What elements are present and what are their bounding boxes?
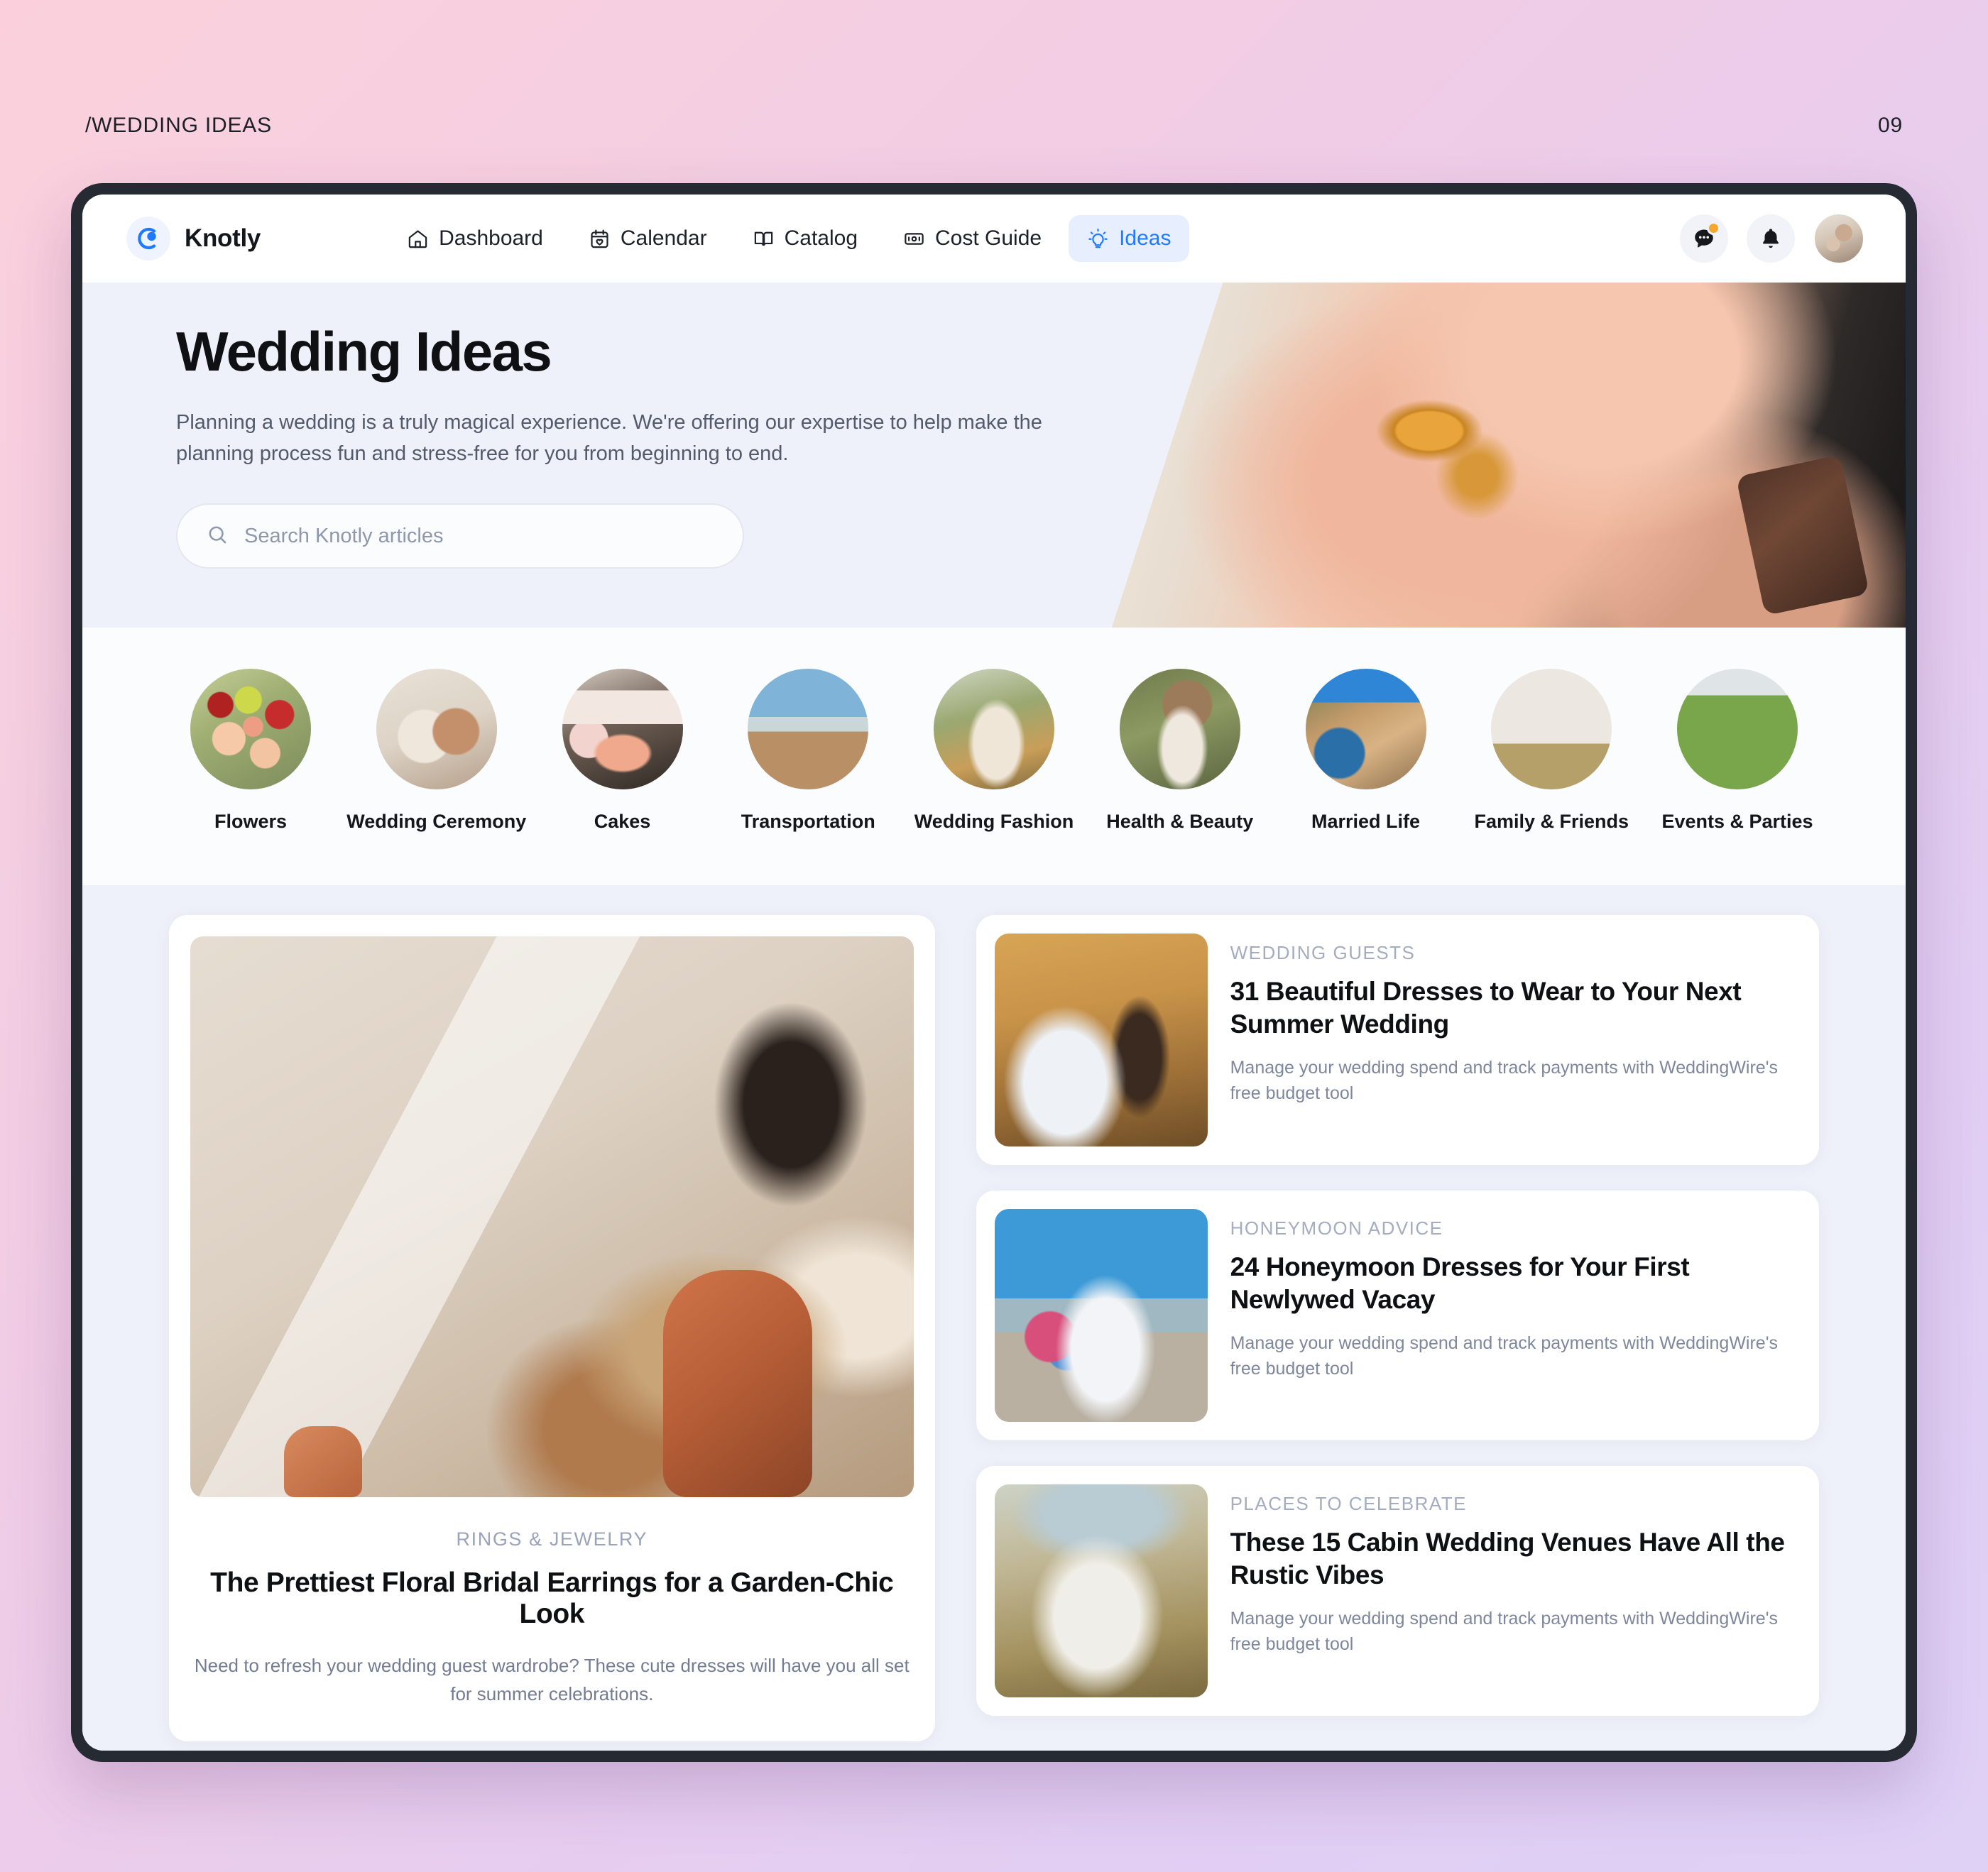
category-item-health-beauty[interactable]: Health & Beauty	[1098, 669, 1262, 833]
category-label: Wedding Fashion	[914, 811, 1074, 832]
category-thumbnail	[190, 669, 311, 789]
article-category: WEDDING GUESTS	[1230, 942, 1416, 963]
nav-item-label: Dashboard	[439, 226, 543, 250]
category-label: Family & Friends	[1474, 811, 1629, 832]
calendar-heart-icon	[589, 228, 611, 250]
slide-header: /WEDDING IDEAS 09	[0, 0, 1988, 185]
home-icon	[407, 228, 429, 250]
app-screen: Knotly Dashboard Calendar Catalog Cost G…	[82, 195, 1906, 1751]
nav-item-label: Cost Guide	[935, 226, 1042, 250]
page-title: Wedding Ideas	[176, 320, 552, 383]
nav-actions	[1680, 213, 1864, 264]
article-thumbnail	[994, 934, 1208, 1146]
open-book-icon	[753, 228, 775, 250]
article-category: HONEYMOON ADVICE	[1230, 1217, 1443, 1239]
messages-button[interactable]	[1680, 214, 1728, 263]
article-body: WEDDING GUESTS 31 Beautiful Dresses to W…	[1230, 934, 1801, 1106]
article-description: Manage your wedding spend and track paym…	[1230, 1332, 1778, 1379]
unread-badge	[1707, 221, 1720, 235]
article-description: Manage your wedding spend and track paym…	[1230, 1057, 1778, 1103]
article-category: PLACES TO CELEBRATE	[1230, 1493, 1467, 1514]
featured-article-image	[190, 936, 914, 1497]
article-card-wedding-guests[interactable]: WEDDING GUESTS 31 Beautiful Dresses to W…	[976, 915, 1819, 1165]
featured-article-description: Need to refresh your wedding guest wardr…	[194, 1655, 910, 1705]
article-description: Manage your wedding spend and track paym…	[1230, 1608, 1778, 1654]
category-label: Flowers	[214, 811, 288, 832]
article-title: 31 Beautiful Dresses to Wear to Your Nex…	[1230, 977, 1742, 1039]
search-input[interactable]	[244, 524, 714, 548]
nav-item-calendar[interactable]: Calendar	[570, 215, 726, 262]
category-item-cakes[interactable]: Cakes	[541, 669, 704, 833]
lightbulb-icon	[1087, 228, 1109, 250]
article-body: HONEYMOON ADVICE 24 Honeymoon Dresses fo…	[1230, 1209, 1801, 1381]
article-card-places-to-celebrate[interactable]: PLACES TO CELEBRATE These 15 Cabin Weddi…	[976, 1466, 1819, 1716]
category-thumbnail	[376, 669, 497, 789]
category-thumbnail	[1491, 669, 1612, 789]
hero-copy: Wedding Ideas Planning a wedding is a tr…	[176, 324, 1120, 569]
category-label: Events & Parties	[1661, 811, 1813, 832]
article-body: PLACES TO CELEBRATE These 15 Cabin Weddi…	[1230, 1484, 1801, 1657]
nav-item-dashboard[interactable]: Dashboard	[388, 215, 562, 262]
category-label: Married Life	[1311, 811, 1421, 832]
category-thumbnail	[562, 669, 683, 789]
article-card-honeymoon-advice[interactable]: HONEYMOON ADVICE 24 Honeymoon Dresses fo…	[976, 1190, 1819, 1440]
device-frame: Knotly Dashboard Calendar Catalog Cost G…	[71, 183, 1917, 1762]
category-item-flowers[interactable]: Flowers	[169, 669, 332, 833]
featured-article-title: The Prettiest Floral Bridal Earrings for…	[210, 1567, 894, 1629]
slide-breadcrumb: /WEDDING IDEAS	[85, 114, 272, 137]
nav-item-label: Calendar	[620, 226, 707, 250]
main-nav: Dashboard Calendar Catalog Cost Guide Id…	[388, 215, 1190, 262]
category-label: Cakes	[594, 811, 651, 832]
featured-article-category: RINGS & JEWELRY	[456, 1528, 648, 1550]
banknote-icon	[903, 228, 925, 250]
article-title: 24 Honeymoon Dresses for Your First Newl…	[1230, 1252, 1690, 1314]
article-list: WEDDING GUESTS 31 Beautiful Dresses to W…	[976, 915, 1819, 1716]
category-thumbnail	[1305, 669, 1426, 789]
category-item-wedding-fashion[interactable]: Wedding Fashion	[912, 669, 1076, 833]
nav-item-label: Ideas	[1119, 226, 1172, 250]
category-label: Health & Beauty	[1106, 811, 1254, 832]
category-thumbnail	[1677, 669, 1798, 789]
hero-section: Wedding Ideas Planning a wedding is a tr…	[82, 283, 1906, 628]
category-item-family-friends[interactable]: Family & Friends	[1470, 669, 1633, 833]
article-thumbnail	[994, 1209, 1208, 1422]
knotly-logo-icon	[126, 217, 170, 261]
category-label: Transportation	[741, 811, 875, 832]
nav-item-catalog[interactable]: Catalog	[734, 215, 876, 262]
terracotta-pot-detail	[284, 1426, 363, 1497]
nav-item-cost-guide[interactable]: Cost Guide	[885, 215, 1060, 262]
search-icon	[206, 523, 229, 549]
brand-logo[interactable]: Knotly	[126, 217, 261, 261]
top-navigation-bar: Knotly Dashboard Calendar Catalog Cost G…	[82, 195, 1906, 283]
category-thumbnail	[934, 669, 1054, 789]
slide-page-number: 09	[1878, 114, 1903, 137]
category-thumbnail	[748, 669, 869, 789]
category-item-wedding-ceremony[interactable]: Wedding Ceremony	[346, 669, 526, 833]
content-area: RINGS & JEWELRY The Prettiest Floral Bri…	[82, 885, 1906, 1751]
nav-item-ideas[interactable]: Ideas	[1069, 215, 1190, 262]
category-item-married-life[interactable]: Married Life	[1284, 669, 1448, 833]
wristwatch-detail	[1735, 454, 1870, 616]
category-item-transportation[interactable]: Transportation	[726, 669, 890, 833]
terracotta-vase-detail	[663, 1270, 812, 1497]
hero-image-rings	[1112, 283, 1906, 628]
article-title: These 15 Cabin Wedding Venues Have All t…	[1230, 1528, 1785, 1589]
notifications-button[interactable]	[1747, 214, 1795, 263]
featured-article-card[interactable]: RINGS & JEWELRY The Prettiest Floral Bri…	[169, 915, 935, 1741]
avatar[interactable]	[1813, 213, 1864, 264]
search-box[interactable]	[176, 503, 744, 569]
hero-subtitle: Planning a wedding is a truly magical ex…	[176, 411, 1042, 465]
brand-name: Knotly	[185, 224, 261, 252]
category-thumbnail	[1119, 669, 1240, 789]
category-item-events-parties[interactable]: Events & Parties	[1656, 669, 1819, 833]
category-strip: Flowers Wedding Ceremony Cakes Transport…	[82, 628, 1906, 885]
nav-item-label: Catalog	[784, 226, 858, 250]
article-thumbnail	[994, 1484, 1208, 1697]
category-label: Wedding Ceremony	[346, 811, 527, 832]
